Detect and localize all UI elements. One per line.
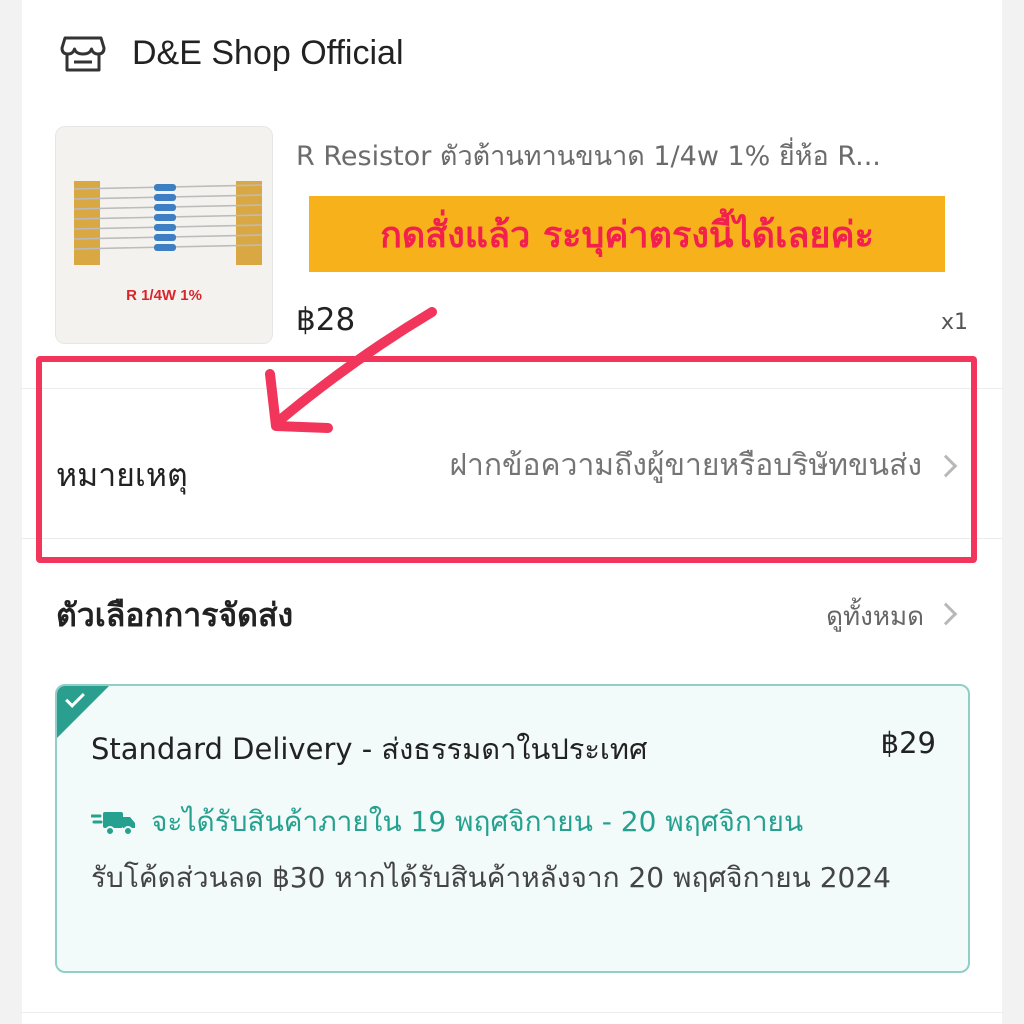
chevron-right-icon <box>934 454 958 478</box>
shop-name: D&E Shop Official <box>132 33 404 72</box>
delivery-option-card[interactable]: Standard Delivery - ส่งธรรมดาในประเทศ ฿2… <box>55 684 970 973</box>
divider <box>22 538 1002 539</box>
delivery-voucher-text: รับโค้ดส่วนลด ฿30 หากได้รับสินค้าหลังจาก… <box>91 861 891 894</box>
product-title[interactable]: R Resistor ตัวต้านทานขนาด 1/4w 1% ยี่ห้อ… <box>296 134 966 177</box>
fast-truck-icon <box>90 806 137 838</box>
promo-banner: กดสั่งแล้ว ระบุค่าตรงนี้ได้เลยค่ะ <box>309 196 945 272</box>
divider <box>22 388 1002 389</box>
delivery-option-name: Standard Delivery - ส่งธรรมดาในประเทศ <box>91 732 648 766</box>
store-icon <box>60 30 106 76</box>
shop-header[interactable]: D&E Shop Official <box>60 28 404 78</box>
promo-banner-text: กดสั่งแล้ว ระบุค่าตรงนี้ได้เลยค่ะ <box>380 214 874 256</box>
product-image-label: R 1/4W 1% <box>126 287 202 304</box>
note-label: หมายเหตุ <box>56 456 188 494</box>
shipping-options-row[interactable]: ตัวเลือกการจัดส่ง ดูทั้งหมด <box>22 580 1002 650</box>
view-all-link[interactable]: ดูทั้งหมด <box>826 596 924 637</box>
delivery-eta-row: จะได้รับสินค้าภายใน 19 พฤศจิกายน - 20 พฤ… <box>90 800 804 844</box>
product-quantity: x1 <box>940 310 968 335</box>
note-row[interactable]: หมายเหตุ <box>22 390 1002 538</box>
shipping-options-title: ตัวเลือกการจัดส่ง <box>56 596 294 634</box>
product-image[interactable]: R 1/4W 1% <box>55 126 273 344</box>
order-card: D&E Shop Official R 1/4W 1% R Resistor ต… <box>22 0 1002 1024</box>
divider <box>22 1012 1002 1013</box>
note-input[interactable] <box>302 448 922 483</box>
product-price: ฿28 <box>296 302 356 338</box>
chevron-right-icon <box>934 602 958 626</box>
delivery-eta-text: จะได้รับสินค้าภายใน 19 พฤศจิกายน - 20 พฤ… <box>151 805 804 838</box>
delivery-option-price: ฿29 <box>880 726 936 760</box>
